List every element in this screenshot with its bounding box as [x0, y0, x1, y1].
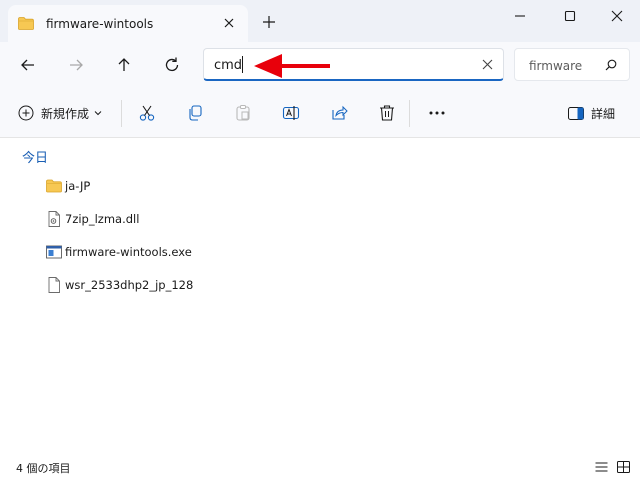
- rename-icon[interactable]: [282, 104, 300, 122]
- list-item[interactable]: firmware-wintools.exe: [46, 242, 192, 262]
- folder-icon: [18, 17, 34, 30]
- paste-icon[interactable]: [234, 104, 252, 122]
- text-caret: [242, 56, 243, 73]
- close-tab-icon[interactable]: [222, 16, 236, 30]
- list-item[interactable]: ja-JP: [46, 176, 90, 196]
- share-icon[interactable]: [330, 104, 348, 122]
- toolbar-divider: [121, 100, 122, 127]
- folder-icon: [46, 179, 62, 193]
- status-bar: 4 個の項目: [0, 454, 640, 480]
- close-window-icon[interactable]: [610, 9, 624, 23]
- new-tab-icon[interactable]: [262, 15, 276, 29]
- details-label: 詳細: [591, 107, 616, 121]
- file-icon: [48, 277, 60, 293]
- up-arrow-icon[interactable]: [114, 55, 134, 75]
- list-item[interactable]: 7zip_lzma.dll: [46, 209, 139, 229]
- dll-file-icon: [48, 211, 60, 227]
- chevron-down-icon: [94, 111, 102, 116]
- details-pane-icon: [568, 107, 584, 120]
- details-view-icon[interactable]: [595, 461, 608, 473]
- item-count: 4 個の項目: [16, 462, 71, 475]
- list-item[interactable]: wsr_2533dhp2_jp_128: [46, 275, 193, 295]
- file-list: 今日 ja-JP 7zip_lzma.dll firmware-wintools…: [0, 139, 640, 454]
- red-annotation-arrow: [254, 54, 330, 78]
- command-toolbar: 新規作成 詳細: [0, 88, 640, 138]
- clear-icon[interactable]: [482, 59, 493, 70]
- search-box[interactable]: firmware: [514, 48, 630, 81]
- title-bar: firmware-wintools: [0, 0, 640, 42]
- address-input-text[interactable]: cmd: [214, 58, 242, 73]
- new-button[interactable]: 新規作成: [18, 104, 102, 122]
- exe-file-icon: [46, 245, 62, 259]
- address-bar[interactable]: cmd: [203, 48, 504, 81]
- details-pane-button[interactable]: 詳細: [568, 105, 615, 122]
- tab-firmware-wintools[interactable]: firmware-wintools: [8, 5, 248, 42]
- file-name: 7zip_lzma.dll: [65, 212, 140, 226]
- maximize-icon[interactable]: [563, 9, 577, 23]
- cut-icon[interactable]: [138, 104, 156, 122]
- large-icons-view-icon[interactable]: [617, 461, 630, 473]
- copy-icon[interactable]: [186, 104, 204, 122]
- tab-title: firmware-wintools: [46, 16, 154, 31]
- toolbar-divider: [409, 100, 410, 127]
- search-icon[interactable]: [605, 59, 617, 71]
- new-button-label: 新規作成: [41, 106, 90, 121]
- group-header-today[interactable]: 今日: [22, 147, 48, 166]
- more-options-icon[interactable]: [428, 104, 446, 122]
- back-arrow-icon[interactable]: [18, 55, 38, 75]
- refresh-icon[interactable]: [162, 55, 182, 75]
- delete-icon[interactable]: [378, 104, 396, 122]
- forward-arrow-icon[interactable]: [66, 55, 86, 75]
- file-name: wsr_2533dhp2_jp_128: [65, 278, 194, 292]
- file-name: firmware-wintools.exe: [65, 245, 192, 259]
- add-circle-icon: [18, 105, 34, 121]
- minimize-icon[interactable]: [513, 9, 527, 23]
- file-name: ja-JP: [65, 179, 91, 193]
- search-placeholder[interactable]: firmware: [529, 59, 582, 73]
